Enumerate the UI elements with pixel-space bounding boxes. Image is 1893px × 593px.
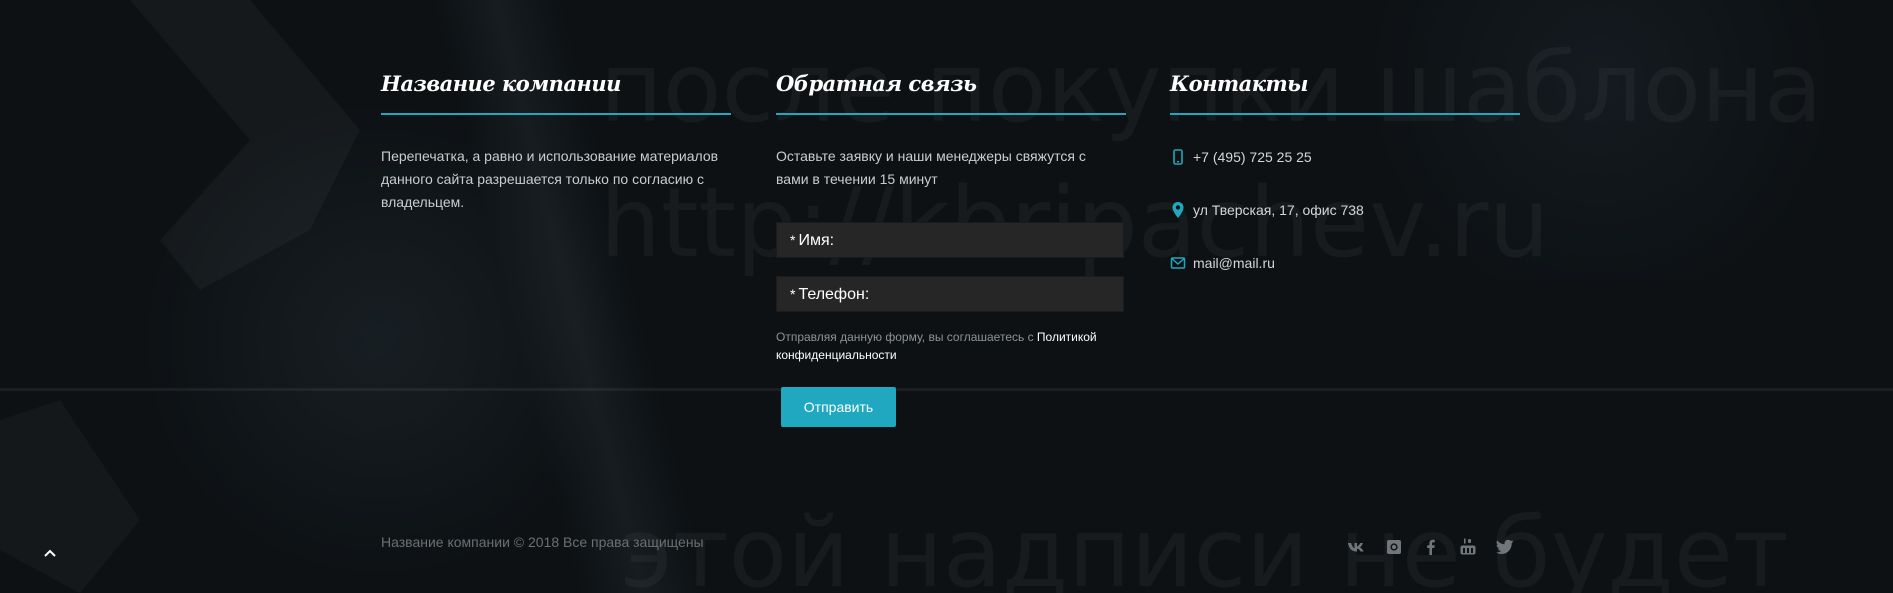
submit-button[interactable]: Отправить bbox=[781, 387, 896, 427]
feedback-description: Оставьте заявку и наши менеджеры свяжутс… bbox=[776, 148, 1086, 187]
background-logo-shape bbox=[0, 400, 160, 593]
phone-icon bbox=[1173, 149, 1183, 165]
location-pin-icon bbox=[1172, 202, 1184, 218]
required-mark: * bbox=[790, 286, 796, 302]
name-input[interactable]: * Имя: bbox=[776, 222, 1124, 258]
feedback-title: Обратная связь bbox=[776, 70, 1126, 115]
feedback-column: Обратная связь Оставьте заявку и наши ме… bbox=[776, 70, 1126, 427]
vk-icon[interactable] bbox=[1347, 537, 1367, 557]
consent-text: Отправляя данную форму, вы соглашаетесь … bbox=[776, 330, 1034, 344]
phone-input[interactable]: * Телефон: bbox=[776, 276, 1124, 312]
twitter-icon[interactable] bbox=[1495, 537, 1515, 557]
scroll-to-top-button[interactable] bbox=[38, 543, 62, 563]
name-placeholder: Имя: bbox=[798, 232, 835, 249]
instagram-icon[interactable] bbox=[1384, 537, 1404, 557]
address-text: ул Тверская, 17, офис 738 bbox=[1193, 202, 1364, 218]
copyright-text: Название компании © 2018 Все права защищ… bbox=[381, 534, 704, 550]
youtube-icon[interactable] bbox=[1458, 537, 1478, 557]
email-address[interactable]: mail@mail.ru bbox=[1193, 253, 1275, 273]
required-mark: * bbox=[790, 232, 796, 248]
background-divider bbox=[0, 388, 1893, 391]
company-column: Название компании Перепечатка, а равно и… bbox=[381, 70, 731, 210]
company-description: Перепечатка, а равно и использование мат… bbox=[381, 148, 719, 210]
watermark-text: этой надписи не будет bbox=[620, 505, 1789, 593]
facebook-icon[interactable] bbox=[1421, 537, 1441, 557]
consent-note: Отправляя данную форму, вы соглашаетесь … bbox=[776, 328, 1126, 364]
company-title: Название компании bbox=[381, 70, 731, 115]
mail-icon bbox=[1170, 257, 1186, 269]
phone-placeholder: Телефон: bbox=[798, 286, 870, 303]
contacts-title: Контакты bbox=[1170, 70, 1520, 115]
phone-number[interactable]: +7 (495) 725 25 25 bbox=[1193, 147, 1312, 167]
contacts-column: Контакты +7 (495) 725 25 25 ул Тверская,… bbox=[1170, 70, 1520, 271]
